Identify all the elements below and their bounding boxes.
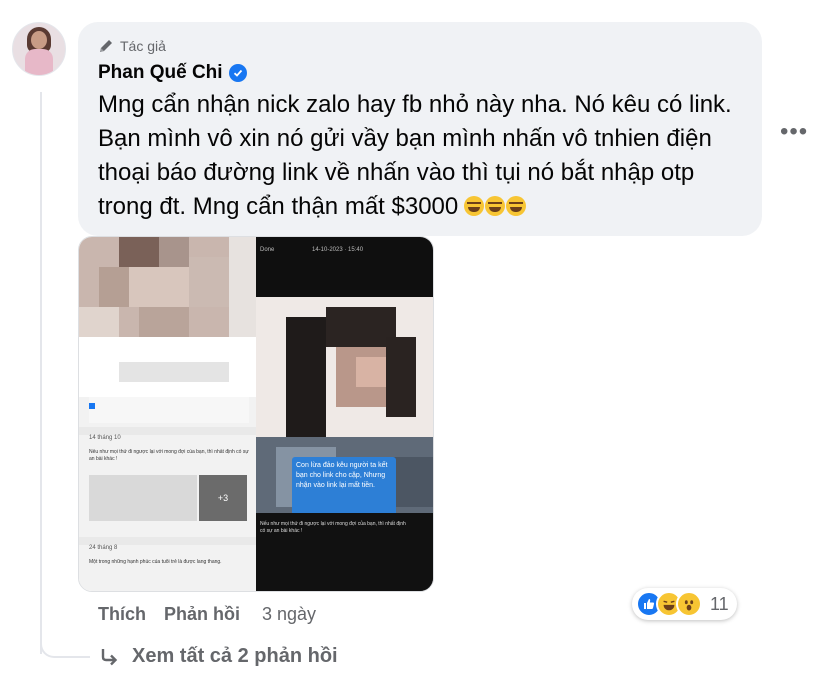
screenshot-chat: Done 14-10-2023 · 15:40 Con lừa đảo kêu … [256, 237, 433, 591]
laughing-emoji-icon [506, 196, 527, 216]
comment-text: Mng cẩn nhận nick zalo hay fb nhỏ này nh… [98, 88, 748, 224]
screenshot-profile: 14 tháng 10 Nếu như mọi thứ đi ngược lại… [79, 237, 256, 591]
view-replies-button[interactable]: Xem tất cả 2 phản hồi [98, 645, 338, 668]
more-photos-count: +3 [199, 475, 247, 521]
chat-message-bubble: Con lừa đảo kêu người ta kết bạn cho lin… [292, 457, 396, 519]
post-text-1: Nếu như mọi thứ đi ngược lại với mong đợ… [89, 449, 249, 462]
reaction-summary[interactable]: 11 [632, 588, 737, 620]
status-done: Done [260, 247, 275, 253]
post-text-2: Một trong những hạnh phúc của tuổi trẻ l… [89, 559, 222, 565]
chat-caption-bar: Nếu như mọi thứ đi ngược lại với mong đợ… [256, 513, 433, 591]
comment-actions: Thích Phản hồi 3 ngày [98, 604, 316, 625]
reaction-count: 11 [710, 593, 729, 614]
post-date-1: 14 tháng 10 [89, 435, 121, 441]
more-options-button[interactable]: ••• [780, 118, 808, 146]
wow-icon [676, 591, 702, 617]
avatar[interactable] [12, 22, 66, 76]
post-date-2: 24 tháng 8 [89, 545, 118, 551]
comment-image-attachment[interactable]: 14 tháng 10 Nếu như mọi thứ đi ngược lại… [78, 236, 434, 592]
reply-button[interactable]: Phản hồi [164, 604, 240, 625]
laughing-emoji-icon [485, 196, 506, 216]
author-name[interactable]: Phan Quế Chi [98, 62, 223, 84]
like-button[interactable]: Thích [98, 604, 146, 625]
comment-timestamp[interactable]: 3 ngày [262, 604, 316, 625]
author-badge: Tác giả [98, 36, 742, 56]
comment-body: Mng cẩn nhận nick zalo hay fb nhỏ này nh… [98, 91, 732, 220]
status-time: 14-10-2023 · 15:40 [312, 247, 364, 253]
verified-badge-icon [228, 64, 247, 82]
thread-line [40, 92, 42, 654]
view-replies-label: Xem tất cả 2 phản hồi [132, 645, 338, 667]
reply-arrow-icon [101, 648, 118, 665]
laughing-emoji-icon [464, 196, 485, 216]
comment-bubble: Tác giả Phan Quế Chi Mng cẩn nhận nick z… [78, 22, 762, 236]
pencil-icon [100, 40, 112, 52]
avatar-dress [25, 49, 53, 75]
chat-caption-text: Nếu như mọi thứ đi ngược lại với mong đợ… [260, 521, 406, 534]
avatar-face [31, 31, 47, 49]
thread-connector [40, 622, 90, 658]
author-badge-label: Tác giả [120, 38, 166, 54]
